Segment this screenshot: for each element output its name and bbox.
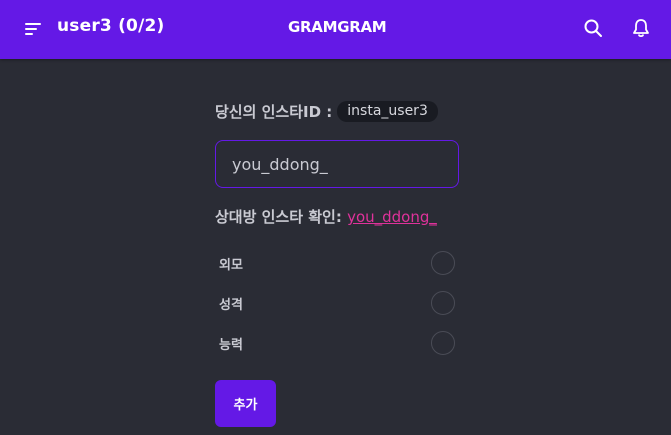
page-title: user3 (0/2) — [57, 16, 165, 36]
option-radio-personality[interactable] — [431, 291, 455, 315]
my-insta-id-row: 당신의 인스타ID : insta_user3 — [215, 101, 438, 122]
option-radio-ability[interactable] — [431, 331, 455, 355]
brand-logo[interactable]: GRAMGRAM — [288, 18, 387, 36]
search-icon[interactable] — [582, 17, 604, 39]
bell-icon[interactable] — [630, 17, 652, 39]
my-insta-id-badge: insta_user3 — [337, 101, 438, 122]
app-bar: user3 (0/2) GRAMGRAM — [0, 0, 671, 59]
my-insta-id-label: 당신의 인스타ID : — [215, 103, 333, 121]
target-confirm-label: 상대방 인스타 확인: — [215, 208, 342, 226]
add-button[interactable]: 추가 — [215, 380, 276, 427]
option-label-personality: 성격 — [219, 298, 243, 313]
target-insta-link[interactable]: you_ddong_ — [347, 208, 437, 226]
option-label-ability: 능력 — [219, 338, 243, 353]
menu-icon[interactable] — [22, 18, 44, 40]
option-label-appearance: 외모 — [219, 258, 243, 273]
target-insta-id-input[interactable] — [215, 140, 459, 188]
target-confirm-row: 상대방 인스타 확인: you_ddong_ — [215, 206, 437, 227]
option-radio-appearance[interactable] — [431, 251, 455, 275]
